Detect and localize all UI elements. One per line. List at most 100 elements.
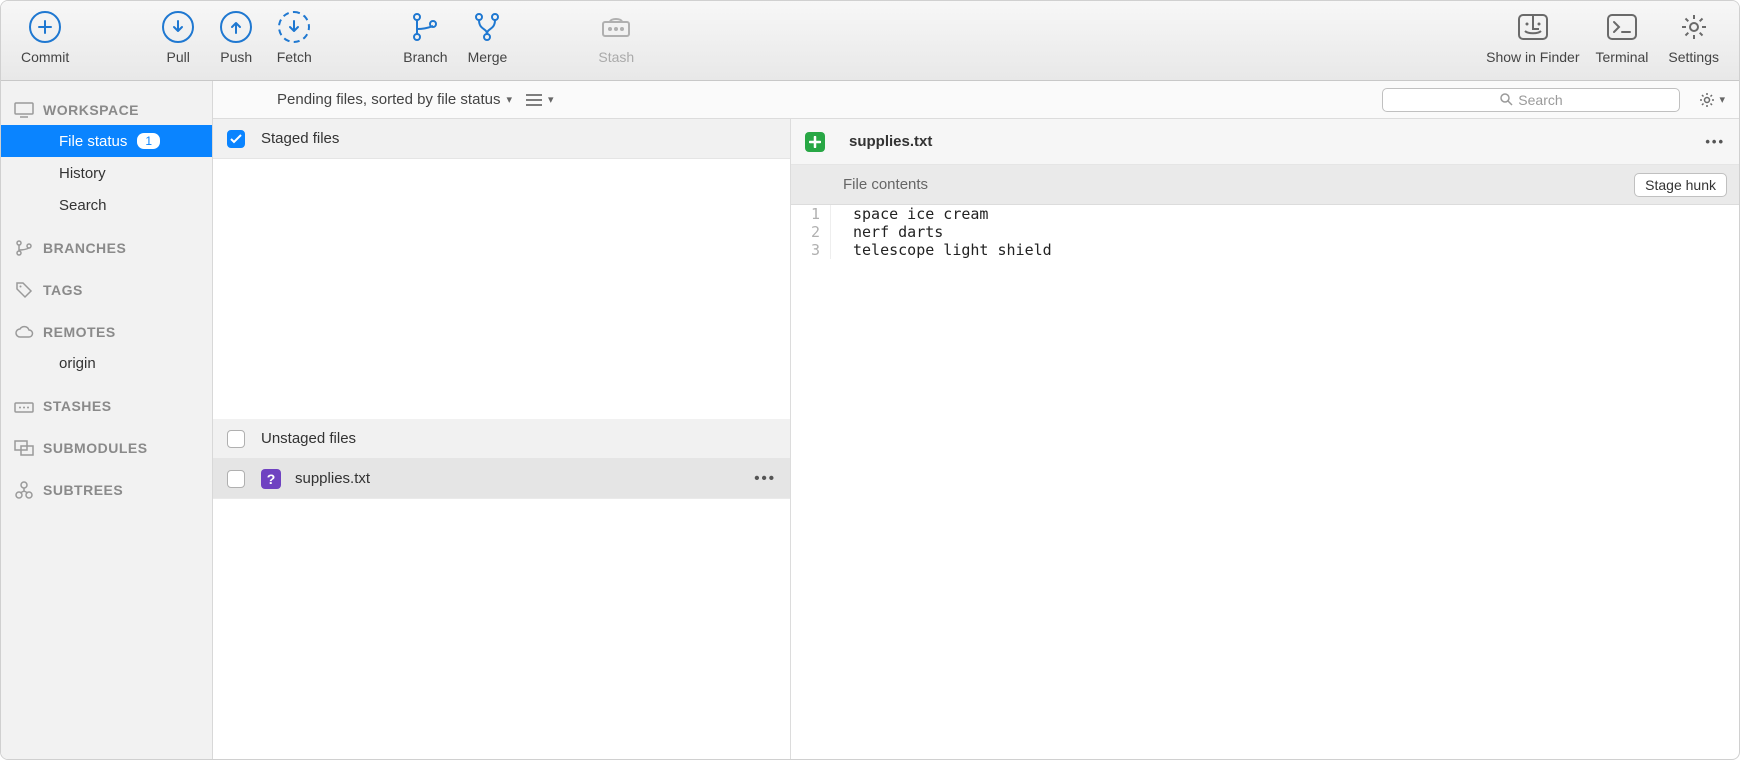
unstaged-checkbox[interactable] <box>227 430 245 448</box>
stash-label: Stash <box>598 49 634 65</box>
search-placeholder: Search <box>1518 92 1562 108</box>
branch-icon <box>407 9 443 45</box>
file-name-label: supplies.txt <box>295 470 370 487</box>
diff-actions-button[interactable]: ••• <box>1705 134 1725 149</box>
monitor-icon <box>13 101 35 119</box>
panel-settings-button[interactable]: ▾ <box>1698 91 1725 109</box>
cloud-icon <box>13 323 35 341</box>
code-line[interactable]: 2nerf darts <box>791 223 1739 241</box>
show-in-finder-button[interactable]: Show in Finder <box>1480 5 1585 71</box>
settings-button[interactable]: Settings <box>1658 5 1729 71</box>
sidebar: WORKSPACE File status 1 History Search B… <box>1 81 213 759</box>
search-input[interactable]: Search <box>1382 88 1680 112</box>
line-content: nerf darts <box>831 223 943 241</box>
diff-header: supplies.txt ••• <box>791 119 1739 165</box>
merge-label: Merge <box>468 49 508 65</box>
push-button[interactable]: Push <box>207 5 265 71</box>
gear-small-icon <box>1698 91 1716 109</box>
line-content: space ice cream <box>831 205 988 223</box>
main-toolbar: Commit Pull Push Fetch Branch <box>1 1 1739 81</box>
origin-label: origin <box>59 355 96 372</box>
staged-files-header: Staged files <box>213 119 790 159</box>
chevron-down-icon: ▾ <box>1719 93 1725 106</box>
arrow-down-icon <box>162 11 194 43</box>
sidebar-item-origin[interactable]: origin <box>1 347 212 379</box>
gear-icon <box>1676 9 1712 45</box>
sidebar-tags-heading[interactable]: TAGS <box>1 275 212 305</box>
branch-small-icon <box>13 239 35 257</box>
split-panes: Staged files Unstaged files ? supplies.t… <box>213 119 1739 759</box>
file-checkbox[interactable] <box>227 470 245 488</box>
finder-icon <box>1515 9 1551 45</box>
line-number: 2 <box>791 223 831 241</box>
diff-filename: supplies.txt <box>849 133 932 150</box>
fetch-button[interactable]: Fetch <box>265 5 323 71</box>
stash-small-icon <box>13 397 35 415</box>
unknown-status-icon: ? <box>261 469 281 489</box>
staged-list <box>213 159 790 419</box>
workspace-heading-label: WORKSPACE <box>43 102 139 118</box>
branch-button[interactable]: Branch <box>393 5 457 71</box>
line-number: 3 <box>791 241 831 259</box>
search-label: Search <box>59 197 107 214</box>
pull-button[interactable]: Pull <box>149 5 207 71</box>
branches-heading-label: BRANCHES <box>43 240 126 256</box>
sidebar-item-history[interactable]: History <box>1 157 212 189</box>
stage-hunk-button[interactable]: Stage hunk <box>1634 173 1727 197</box>
stashes-heading-label: STASHES <box>43 398 112 414</box>
hunk-label: File contents <box>843 176 928 193</box>
content-area: WORKSPACE File status 1 History Search B… <box>1 81 1739 759</box>
tag-icon <box>13 281 35 299</box>
chevron-down-icon: ▾ <box>506 93 512 106</box>
line-number: 1 <box>791 205 831 223</box>
file-actions-button[interactable]: ••• <box>754 470 776 487</box>
merge-button[interactable]: Merge <box>458 5 518 71</box>
filter-bar: Pending files, sorted by file status ▾ ▾… <box>213 81 1739 119</box>
file-status-badge: 1 <box>137 133 160 149</box>
history-label: History <box>59 165 106 182</box>
sidebar-branches-heading[interactable]: BRANCHES <box>1 233 212 263</box>
staged-checkbox[interactable] <box>227 130 245 148</box>
unstaged-list-area <box>213 499 790 759</box>
sidebar-remotes-heading[interactable]: REMOTES <box>1 317 212 347</box>
unstaged-heading-label: Unstaged files <box>261 430 356 447</box>
sidebar-subtrees-heading[interactable]: SUBTREES <box>1 475 212 505</box>
search-icon <box>1500 93 1513 106</box>
subtrees-heading-label: SUBTREES <box>43 482 123 498</box>
code-block: 1space ice cream2nerf darts3telescope li… <box>791 205 1739 259</box>
push-label: Push <box>220 49 252 65</box>
sidebar-item-search[interactable]: Search <box>1 189 212 221</box>
files-pane: Staged files Unstaged files ? supplies.t… <box>213 119 791 759</box>
terminal-button[interactable]: Terminal <box>1586 5 1659 71</box>
subtrees-icon <box>13 481 35 499</box>
line-content: telescope light shield <box>831 241 1052 259</box>
unstaged-file-row[interactable]: ? supplies.txt ••• <box>213 459 790 499</box>
sidebar-stashes-heading[interactable]: STASHES <box>1 391 212 421</box>
pending-files-dropdown[interactable]: Pending files, sorted by file status ▾ <box>277 91 512 108</box>
pull-label: Pull <box>167 49 190 65</box>
commit-label: Commit <box>21 49 69 65</box>
commit-button[interactable]: Commit <box>11 5 79 71</box>
code-line[interactable]: 1space ice cream <box>791 205 1739 223</box>
sidebar-item-file-status[interactable]: File status 1 <box>1 125 212 157</box>
settings-label: Settings <box>1668 49 1719 65</box>
list-view-icon <box>526 94 542 106</box>
sidebar-submodules-heading[interactable]: SUBMODULES <box>1 433 212 463</box>
arrow-up-icon <box>220 11 252 43</box>
branch-label: Branch <box>403 49 447 65</box>
unstaged-files-header: Unstaged files <box>213 419 790 459</box>
stash-button[interactable]: Stash <box>587 5 645 71</box>
fetch-label: Fetch <box>277 49 312 65</box>
pending-files-label: Pending files, sorted by file status <box>277 91 500 108</box>
code-line[interactable]: 3telescope light shield <box>791 241 1739 259</box>
submodules-icon <box>13 439 35 457</box>
diff-pane: supplies.txt ••• File contents Stage hun… <box>791 119 1739 759</box>
file-status-label: File status <box>59 133 127 150</box>
stash-icon <box>598 9 634 45</box>
chevron-down-icon: ▾ <box>548 93 554 106</box>
sidebar-workspace-heading[interactable]: WORKSPACE <box>1 95 212 125</box>
app-window: Commit Pull Push Fetch Branch <box>0 0 1740 760</box>
staged-heading-label: Staged files <box>261 130 339 147</box>
terminal-icon <box>1604 9 1640 45</box>
view-mode-dropdown[interactable]: ▾ <box>526 93 554 106</box>
